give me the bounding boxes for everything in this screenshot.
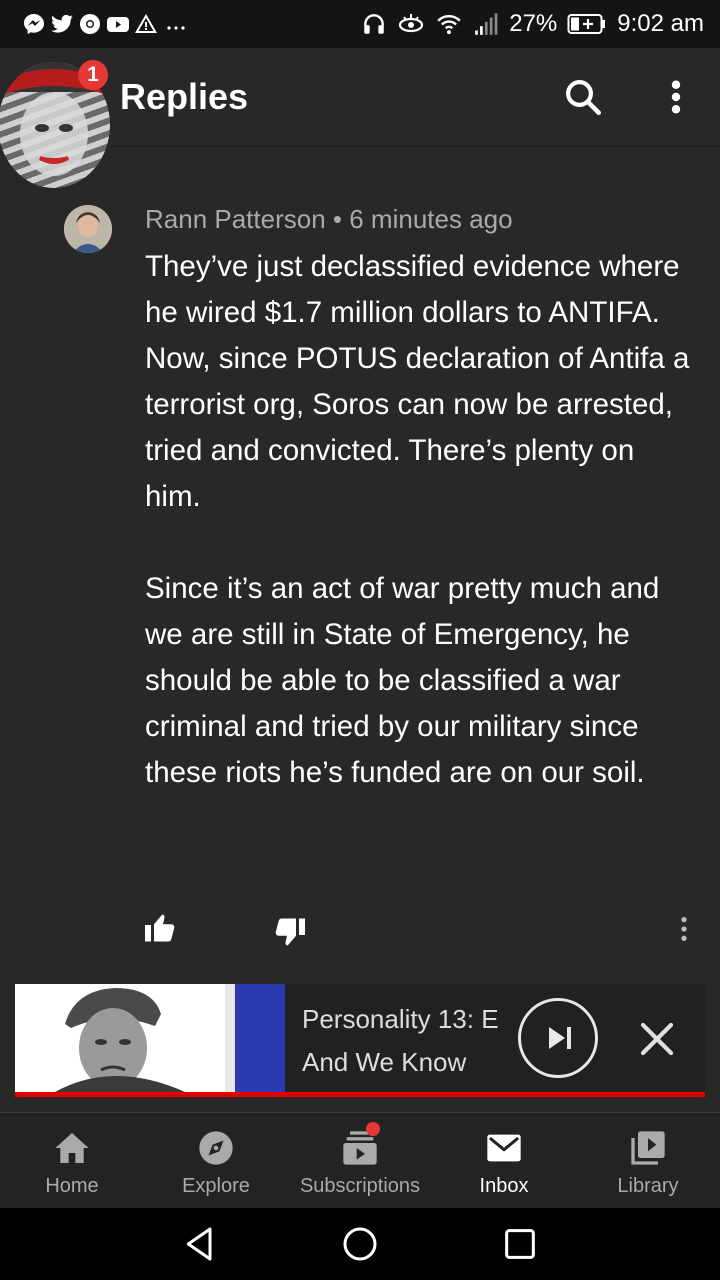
wifi-icon <box>437 15 461 35</box>
chrome-icon <box>80 14 100 34</box>
commenter-avatar[interactable] <box>64 205 112 253</box>
messenger-icon <box>24 14 44 34</box>
mini-player-title[interactable]: Personality 13: E <box>302 1004 512 1035</box>
mail-icon <box>487 1134 521 1162</box>
signal-icon <box>475 13 498 35</box>
nav-explore[interactable]: Explore <box>144 1112 288 1208</box>
search-icon[interactable] <box>562 76 604 118</box>
nav-library-label: Library <box>617 1175 679 1197</box>
commenter-photo <box>64 205 112 253</box>
more-options-icon[interactable] <box>660 76 692 118</box>
status-bar: 27% 9:02 am <box>0 0 720 48</box>
recents-icon[interactable] <box>500 1224 540 1264</box>
status-bar-right: 27% 9:02 am <box>361 8 704 40</box>
comment-paragraph: They’ve just declassified evidence where… <box>145 250 680 329</box>
nav-subscriptions-label: Subscriptions <box>299 1175 421 1197</box>
like-icon[interactable] <box>140 910 180 946</box>
skip-next-icon <box>549 1027 571 1049</box>
comment-menu-icon[interactable] <box>670 913 698 945</box>
nav-inbox-label: Inbox <box>479 1175 529 1197</box>
eye-comfort-icon <box>399 14 424 33</box>
nav-inbox[interactable]: Inbox <box>432 1112 576 1208</box>
new-content-dot <box>366 1122 380 1136</box>
headset-icon <box>364 14 385 34</box>
comment-paragraph: Now, since POTUS declaration of Antifa a… <box>145 342 690 513</box>
dislike-icon[interactable] <box>270 914 310 950</box>
nav-subscriptions[interactable]: Subscriptions <box>288 1112 432 1208</box>
battery-percent: 27% <box>509 10 558 37</box>
twitter-icon <box>51 14 73 33</box>
home-icon <box>55 1133 89 1163</box>
page-title: Replies <box>120 76 249 117</box>
nav-home-label: Home <box>45 1175 99 1197</box>
skip-next-button[interactable] <box>518 998 598 1078</box>
library-icon <box>631 1131 665 1165</box>
close-icon[interactable] <box>636 1018 678 1060</box>
compass-icon <box>199 1131 233 1165</box>
comment-text: They’ve just declassified evidence where… <box>145 244 695 796</box>
comment-author[interactable]: Rann Patterson <box>145 204 326 234</box>
mini-player-channel[interactable]: And We Know <box>302 1047 512 1078</box>
nav-home[interactable]: Home <box>0 1112 144 1208</box>
warning-icon <box>135 14 157 33</box>
comment-paragraph: Since it’s an act of war pretty much and… <box>145 572 660 789</box>
meta-separator: • <box>332 204 343 234</box>
more-notifications-icon <box>167 26 185 30</box>
nav-library[interactable]: Library <box>576 1112 720 1208</box>
battery-charging-icon <box>567 14 606 34</box>
nav-explore-label: Explore <box>182 1175 250 1197</box>
mini-player-progress <box>15 1092 705 1097</box>
comment-meta: Rann Patterson • 6 minutes ago <box>145 204 513 235</box>
video-thumbnail-image <box>15 984 285 1092</box>
notification-badge: 1 <box>78 60 108 90</box>
clock: 9:02 am <box>617 10 704 37</box>
home-button-icon[interactable] <box>340 1224 380 1264</box>
comment-time: 6 minutes ago <box>349 204 513 234</box>
youtube-icon <box>107 17 129 32</box>
mini-player-thumbnail[interactable] <box>15 984 285 1092</box>
back-icon[interactable] <box>180 1224 220 1264</box>
